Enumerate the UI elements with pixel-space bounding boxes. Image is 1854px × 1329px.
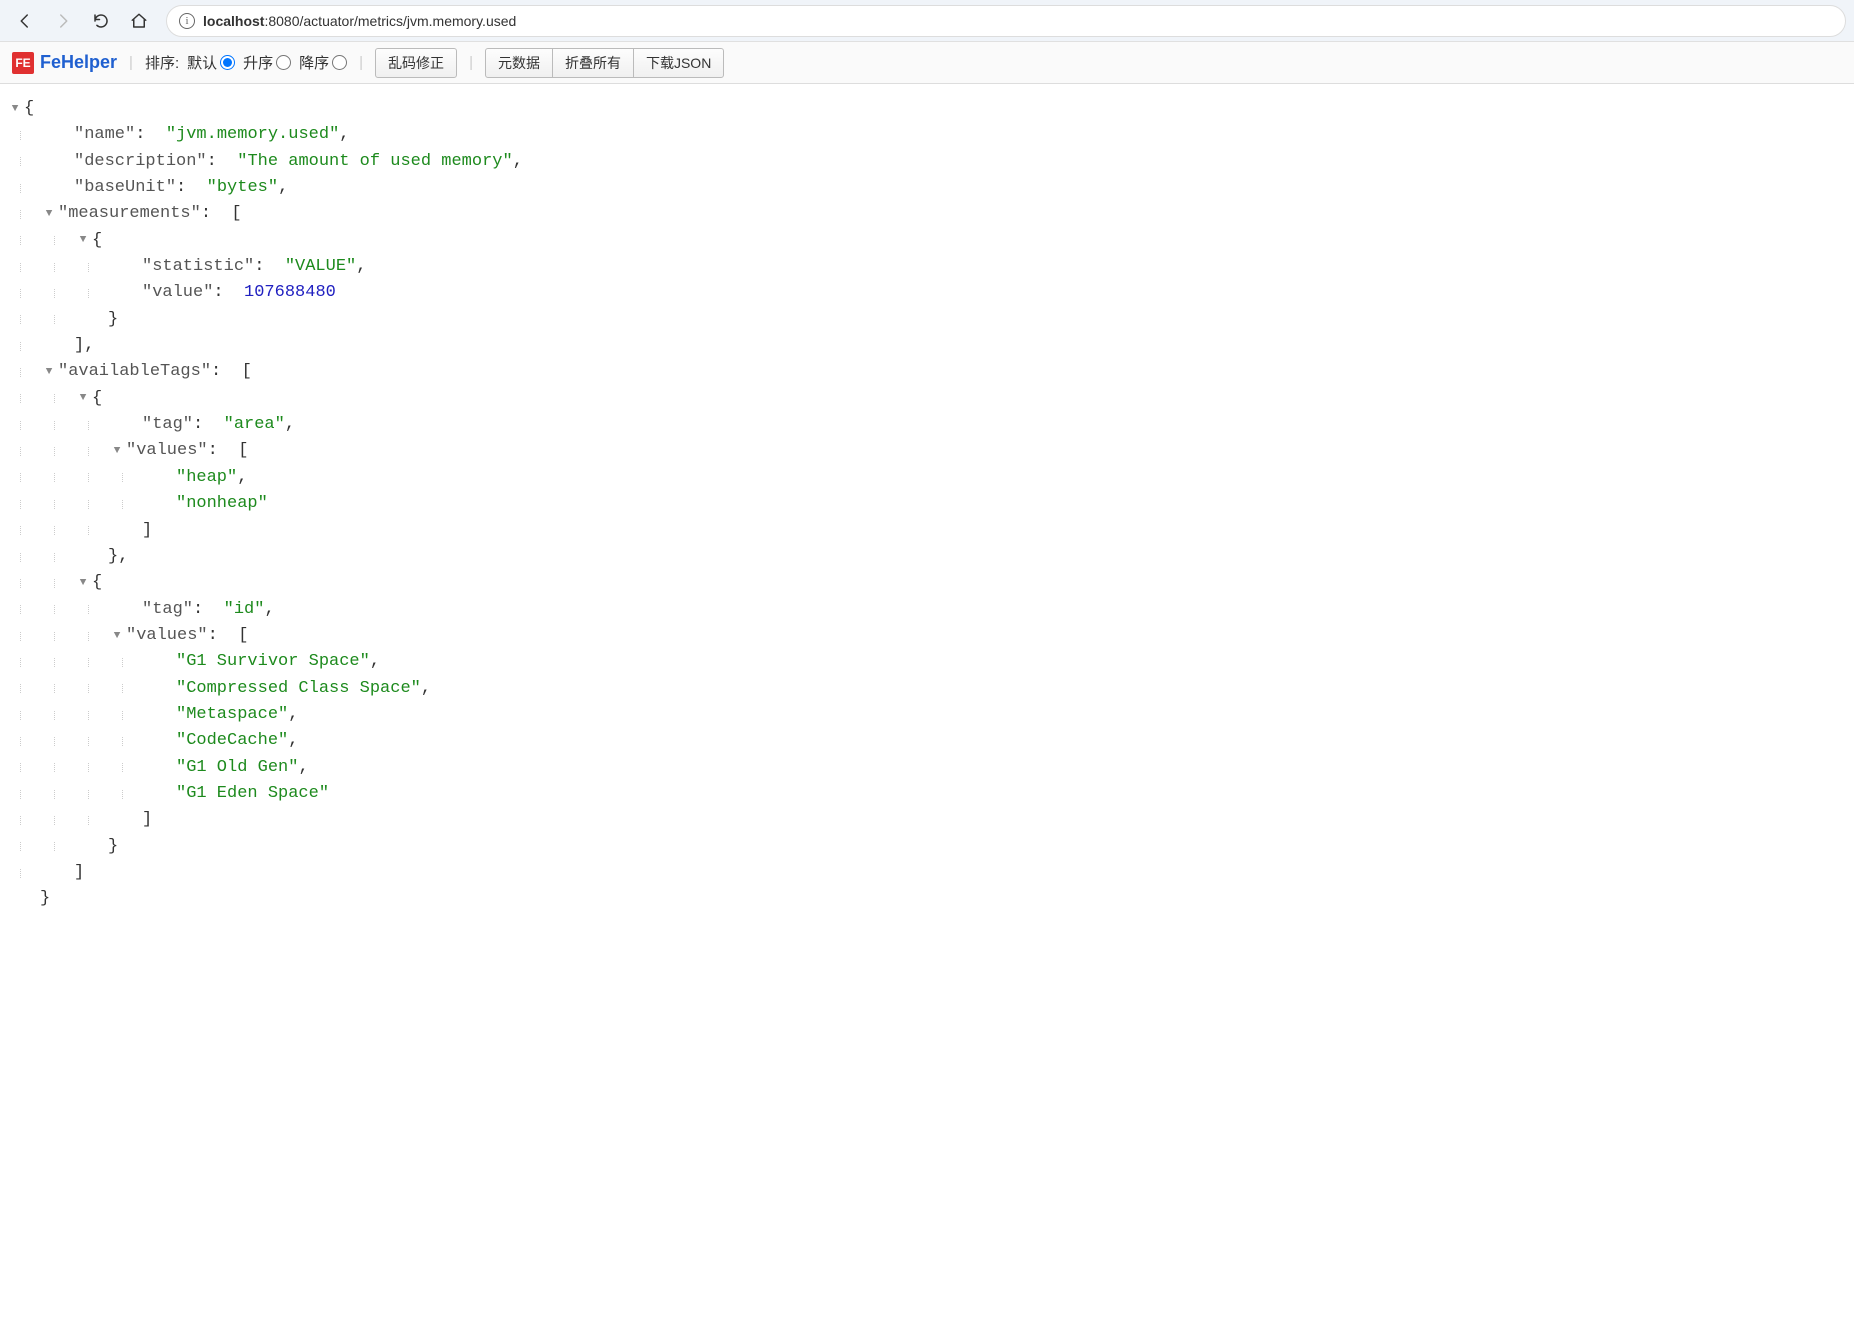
json-value: heap	[186, 468, 227, 487]
arrow-left-icon	[16, 12, 34, 30]
sort-asc-radio[interactable]	[276, 55, 291, 70]
toggle-icon[interactable]	[40, 364, 58, 381]
toggle-icon[interactable]	[74, 390, 92, 407]
json-value-baseunit: bytes	[217, 178, 268, 197]
toggle-icon[interactable]	[40, 206, 58, 223]
json-value: G1 Old Gen	[186, 758, 288, 777]
toggle-icon[interactable]	[74, 575, 92, 592]
collapse-all-button[interactable]: 折叠所有	[552, 48, 634, 78]
sort-default-option[interactable]: 默认	[187, 52, 235, 73]
sort-asc-option[interactable]: 升序	[243, 52, 291, 73]
toggle-icon[interactable]	[108, 628, 126, 645]
json-value: Metaspace	[186, 705, 278, 724]
json-value: nonheap	[186, 494, 257, 513]
back-button[interactable]	[8, 4, 42, 38]
json-value: Compressed Class Space	[186, 679, 410, 698]
fix-encoding-button[interactable]: 乱码修正	[375, 48, 457, 78]
url-text: localhost:8080/actuator/metrics/jvm.memo…	[203, 13, 516, 29]
download-json-button[interactable]: 下载JSON	[633, 48, 724, 78]
toggle-icon[interactable]	[108, 443, 126, 460]
home-button[interactable]	[122, 4, 156, 38]
action-button-group: 元数据 折叠所有 下载JSON	[485, 48, 724, 78]
toggle-icon[interactable]	[6, 101, 24, 118]
json-value: CodeCache	[186, 731, 278, 750]
sort-controls: 排序: 默认 升序 降序	[145, 52, 347, 73]
json-value: G1 Eden Space	[186, 784, 319, 803]
fehelper-logo[interactable]: FE FeHelper	[12, 52, 117, 74]
fehelper-brand-text: FeHelper	[40, 52, 117, 73]
json-value-statistic: VALUE	[295, 257, 346, 276]
json-value-name: jvm.memory.used	[176, 125, 329, 144]
json-value-tag-area: area	[234, 415, 275, 434]
json-value-tag-id: id	[234, 600, 254, 619]
separator: |	[469, 54, 473, 71]
fehelper-logo-icon: FE	[12, 52, 34, 74]
address-bar[interactable]: i localhost:8080/actuator/metrics/jvm.me…	[166, 5, 1846, 37]
home-icon	[130, 12, 148, 30]
toggle-icon[interactable]	[74, 232, 92, 249]
reload-button[interactable]	[84, 4, 118, 38]
site-info-icon[interactable]: i	[179, 13, 195, 29]
browser-chrome: i localhost:8080/actuator/metrics/jvm.me…	[0, 0, 1854, 42]
reload-icon	[92, 12, 110, 30]
fehelper-toolbar: FE FeHelper | 排序: 默认 升序 降序 | 乱码修正 | 元数据 …	[0, 42, 1854, 84]
json-value: G1 Survivor Space	[186, 652, 359, 671]
json-value-measurement-value: 107688480	[244, 280, 336, 306]
arrow-right-icon	[54, 12, 72, 30]
sort-default-radio[interactable]	[220, 55, 235, 70]
json-viewer: { ″name″: ″jvm.memory.used″, ″descriptio…	[0, 84, 1854, 925]
sort-desc-option[interactable]: 降序	[299, 52, 347, 73]
forward-button[interactable]	[46, 4, 80, 38]
separator: |	[359, 54, 363, 71]
separator: |	[129, 54, 133, 71]
json-value-description: The amount of used memory	[247, 152, 502, 171]
sort-desc-radio[interactable]	[332, 55, 347, 70]
metadata-button[interactable]: 元数据	[485, 48, 553, 78]
sort-label: 排序:	[145, 52, 179, 73]
